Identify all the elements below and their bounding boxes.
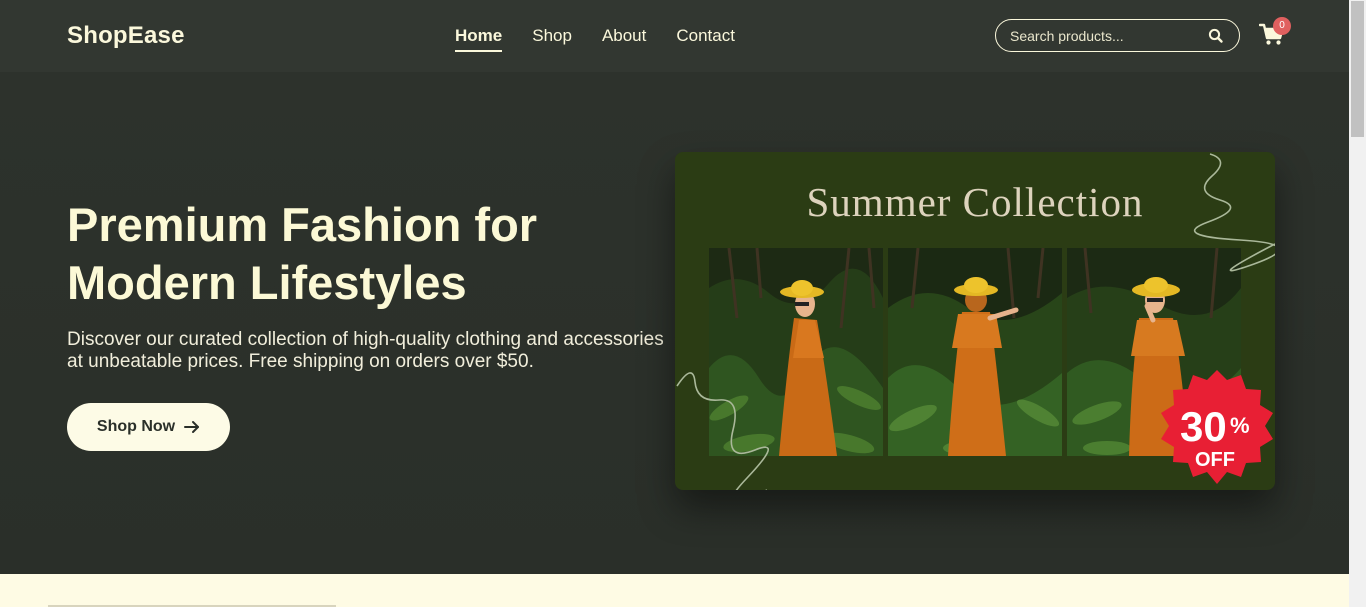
model-photo-2 [888,248,1062,456]
page: ShopEase Home Shop About Contact Search … [0,0,1366,607]
shop-now-label: Shop Now [96,418,176,435]
main-nav: Home Shop About Contact [455,26,735,52]
discount-unit: % [1230,413,1250,438]
next-section [0,574,1349,607]
nav-contact-link[interactable]: Contact [676,26,735,52]
nav-shop-link[interactable]: Shop [532,26,572,52]
hero-title-line-2: Modern Lifestyles [67,256,467,309]
nav-home-link[interactable]: Home [455,26,503,52]
hero-title-line-1: Premium Fashion for [67,198,538,251]
discount-suffix: OFF [1195,449,1235,471]
hero-description: Discover our curated collection of high-… [67,329,664,372]
decorative-squiggle-left [676,372,770,490]
cart-count-badge: 0 [1273,17,1291,35]
shop-now-button[interactable]: Shop Now [67,403,230,451]
site-header: ShopEase Home Shop About Contact Search … [0,0,1349,72]
search-input[interactable] [1010,26,1200,46]
hero-title: Premium Fashion for Modern Lifestyles [67,196,647,312]
page-scrollbar[interactable] [1349,0,1366,607]
search-icon[interactable] [1207,27,1225,45]
decorative-squiggle-right [1194,153,1275,272]
scrollbar-thumb[interactable] [1351,1,1364,137]
discount-value: 30 [1180,403,1227,450]
arrow-right-icon [184,420,200,434]
summer-collection-banner[interactable]: Summer Collection 30 % OFF [675,152,1275,490]
site-logo[interactable]: ShopEase [67,22,185,50]
search-box [995,19,1240,52]
page-content: ShopEase Home Shop About Contact Search … [0,0,1349,607]
nav-about-link[interactable]: About [602,26,646,52]
hero-section: Premium Fashion for Modern Lifestyles Di… [0,72,1349,574]
